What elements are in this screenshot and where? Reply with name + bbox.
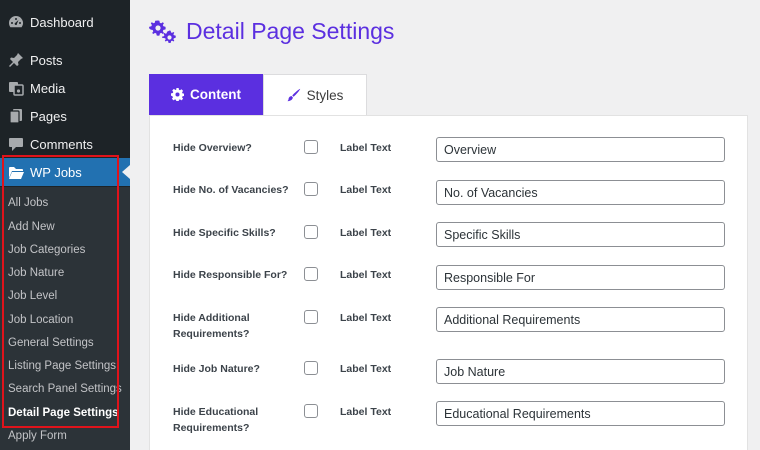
wp-jobs-submenu: All Jobs Add New Job Categories Job Natu…: [0, 187, 130, 450]
gears-icon: [149, 20, 176, 43]
submenu-item-job-location[interactable]: Job Location: [8, 314, 73, 326]
comment-icon: [6, 136, 26, 152]
hide-additional-requirements-checkbox[interactable]: [304, 310, 318, 324]
submenu-item-apply-form[interactable]: Apply Form: [8, 430, 67, 442]
menu-label: Dashboard: [30, 14, 94, 30]
menu-item-wp-jobs[interactable]: WP Jobs: [0, 158, 130, 186]
main-content: Detail Page Settings Content Styles Hide…: [130, 0, 760, 450]
menu-label: Posts: [30, 52, 63, 68]
menu-item-pages[interactable]: Pages: [0, 102, 130, 130]
submenu-item-detail-page-settings[interactable]: Detail Page Settings: [8, 407, 119, 419]
skills-label-input[interactable]: [436, 222, 725, 247]
brush-icon: [287, 88, 300, 102]
row-label-hide-job-nature: Hide Job Nature?: [173, 363, 260, 375]
media-icon: [6, 80, 26, 96]
submenu-item-job-categories[interactable]: Job Categories: [8, 244, 85, 256]
label-text-label: Label Text: [340, 363, 392, 375]
row-label-hide-skills: Hide Specific Skills?: [173, 227, 276, 239]
submenu-item-job-level[interactable]: Job Level: [8, 290, 57, 302]
row-label-hide-responsible: Hide Responsible For?: [173, 269, 288, 281]
dashboard-icon: [6, 14, 26, 30]
submenu-item-add-new[interactable]: Add New: [8, 221, 55, 233]
gear-icon: [171, 88, 184, 101]
pages-icon: [6, 108, 26, 124]
row-label-hide-additional-requirements: Hide Additional Requirements?: [173, 312, 250, 340]
additional-requirements-label-input[interactable]: [436, 307, 725, 332]
hide-overview-checkbox[interactable]: [304, 140, 318, 154]
row-label-hide-educational-requirements: Hide Educational Requirements?: [173, 406, 259, 434]
admin-sidebar: Dashboard Posts Media Pages Comments WP …: [0, 0, 130, 450]
submenu-item-all-jobs[interactable]: All Jobs: [8, 197, 48, 209]
tab-content[interactable]: Content: [149, 74, 263, 115]
menu-item-media[interactable]: Media: [0, 74, 130, 102]
educational-requirements-label-input[interactable]: [436, 401, 725, 426]
submenu-item-search-panel-settings[interactable]: Search Panel Settings: [8, 383, 122, 395]
menu-item-comments[interactable]: Comments: [0, 130, 130, 158]
settings-panel: Hide Overview? Label Text Hide No. of Va…: [149, 115, 748, 450]
menu-item-dashboard[interactable]: Dashboard: [0, 8, 130, 36]
label-text-label: Label Text: [340, 142, 392, 154]
tab-styles[interactable]: Styles: [263, 74, 367, 115]
submenu-item-job-nature[interactable]: Job Nature: [8, 267, 64, 279]
pin-icon: [6, 52, 26, 68]
label-text-label: Label Text: [340, 312, 392, 324]
vacancies-label-input[interactable]: [436, 180, 725, 205]
menu-arrow: [122, 165, 130, 179]
job-nature-label-input[interactable]: [436, 359, 725, 384]
page-title-text: Detail Page Settings: [186, 18, 395, 44]
menu-label: Comments: [30, 136, 93, 152]
submenu-item-general-settings[interactable]: General Settings: [8, 337, 94, 349]
tab-label: Styles: [306, 87, 344, 103]
hide-educational-requirements-checkbox[interactable]: [304, 404, 318, 418]
hide-skills-checkbox[interactable]: [304, 225, 318, 239]
responsible-label-input[interactable]: [436, 265, 725, 290]
row-label-hide-vacancies: Hide No. of Vacancies?: [173, 184, 289, 196]
label-text-label: Label Text: [340, 184, 392, 196]
label-text-label: Label Text: [340, 269, 392, 281]
folder-icon: [6, 165, 26, 180]
menu-label: WP Jobs: [30, 164, 82, 180]
hide-job-nature-checkbox[interactable]: [304, 361, 318, 375]
page-title: Detail Page Settings: [148, 18, 394, 45]
overview-label-input[interactable]: [436, 137, 725, 162]
menu-label: Pages: [30, 108, 67, 124]
hide-responsible-checkbox[interactable]: [304, 267, 318, 281]
menu-label: Media: [30, 80, 66, 96]
menu-item-posts[interactable]: Posts: [0, 46, 130, 74]
row-label-hide-overview: Hide Overview?: [173, 142, 252, 154]
label-text-label: Label Text: [340, 406, 392, 418]
hide-vacancies-checkbox[interactable]: [304, 182, 318, 196]
label-text-label: Label Text: [340, 227, 392, 239]
submenu-item-listing-page-settings[interactable]: Listing Page Settings: [8, 360, 116, 372]
tab-label: Content: [190, 87, 241, 102]
